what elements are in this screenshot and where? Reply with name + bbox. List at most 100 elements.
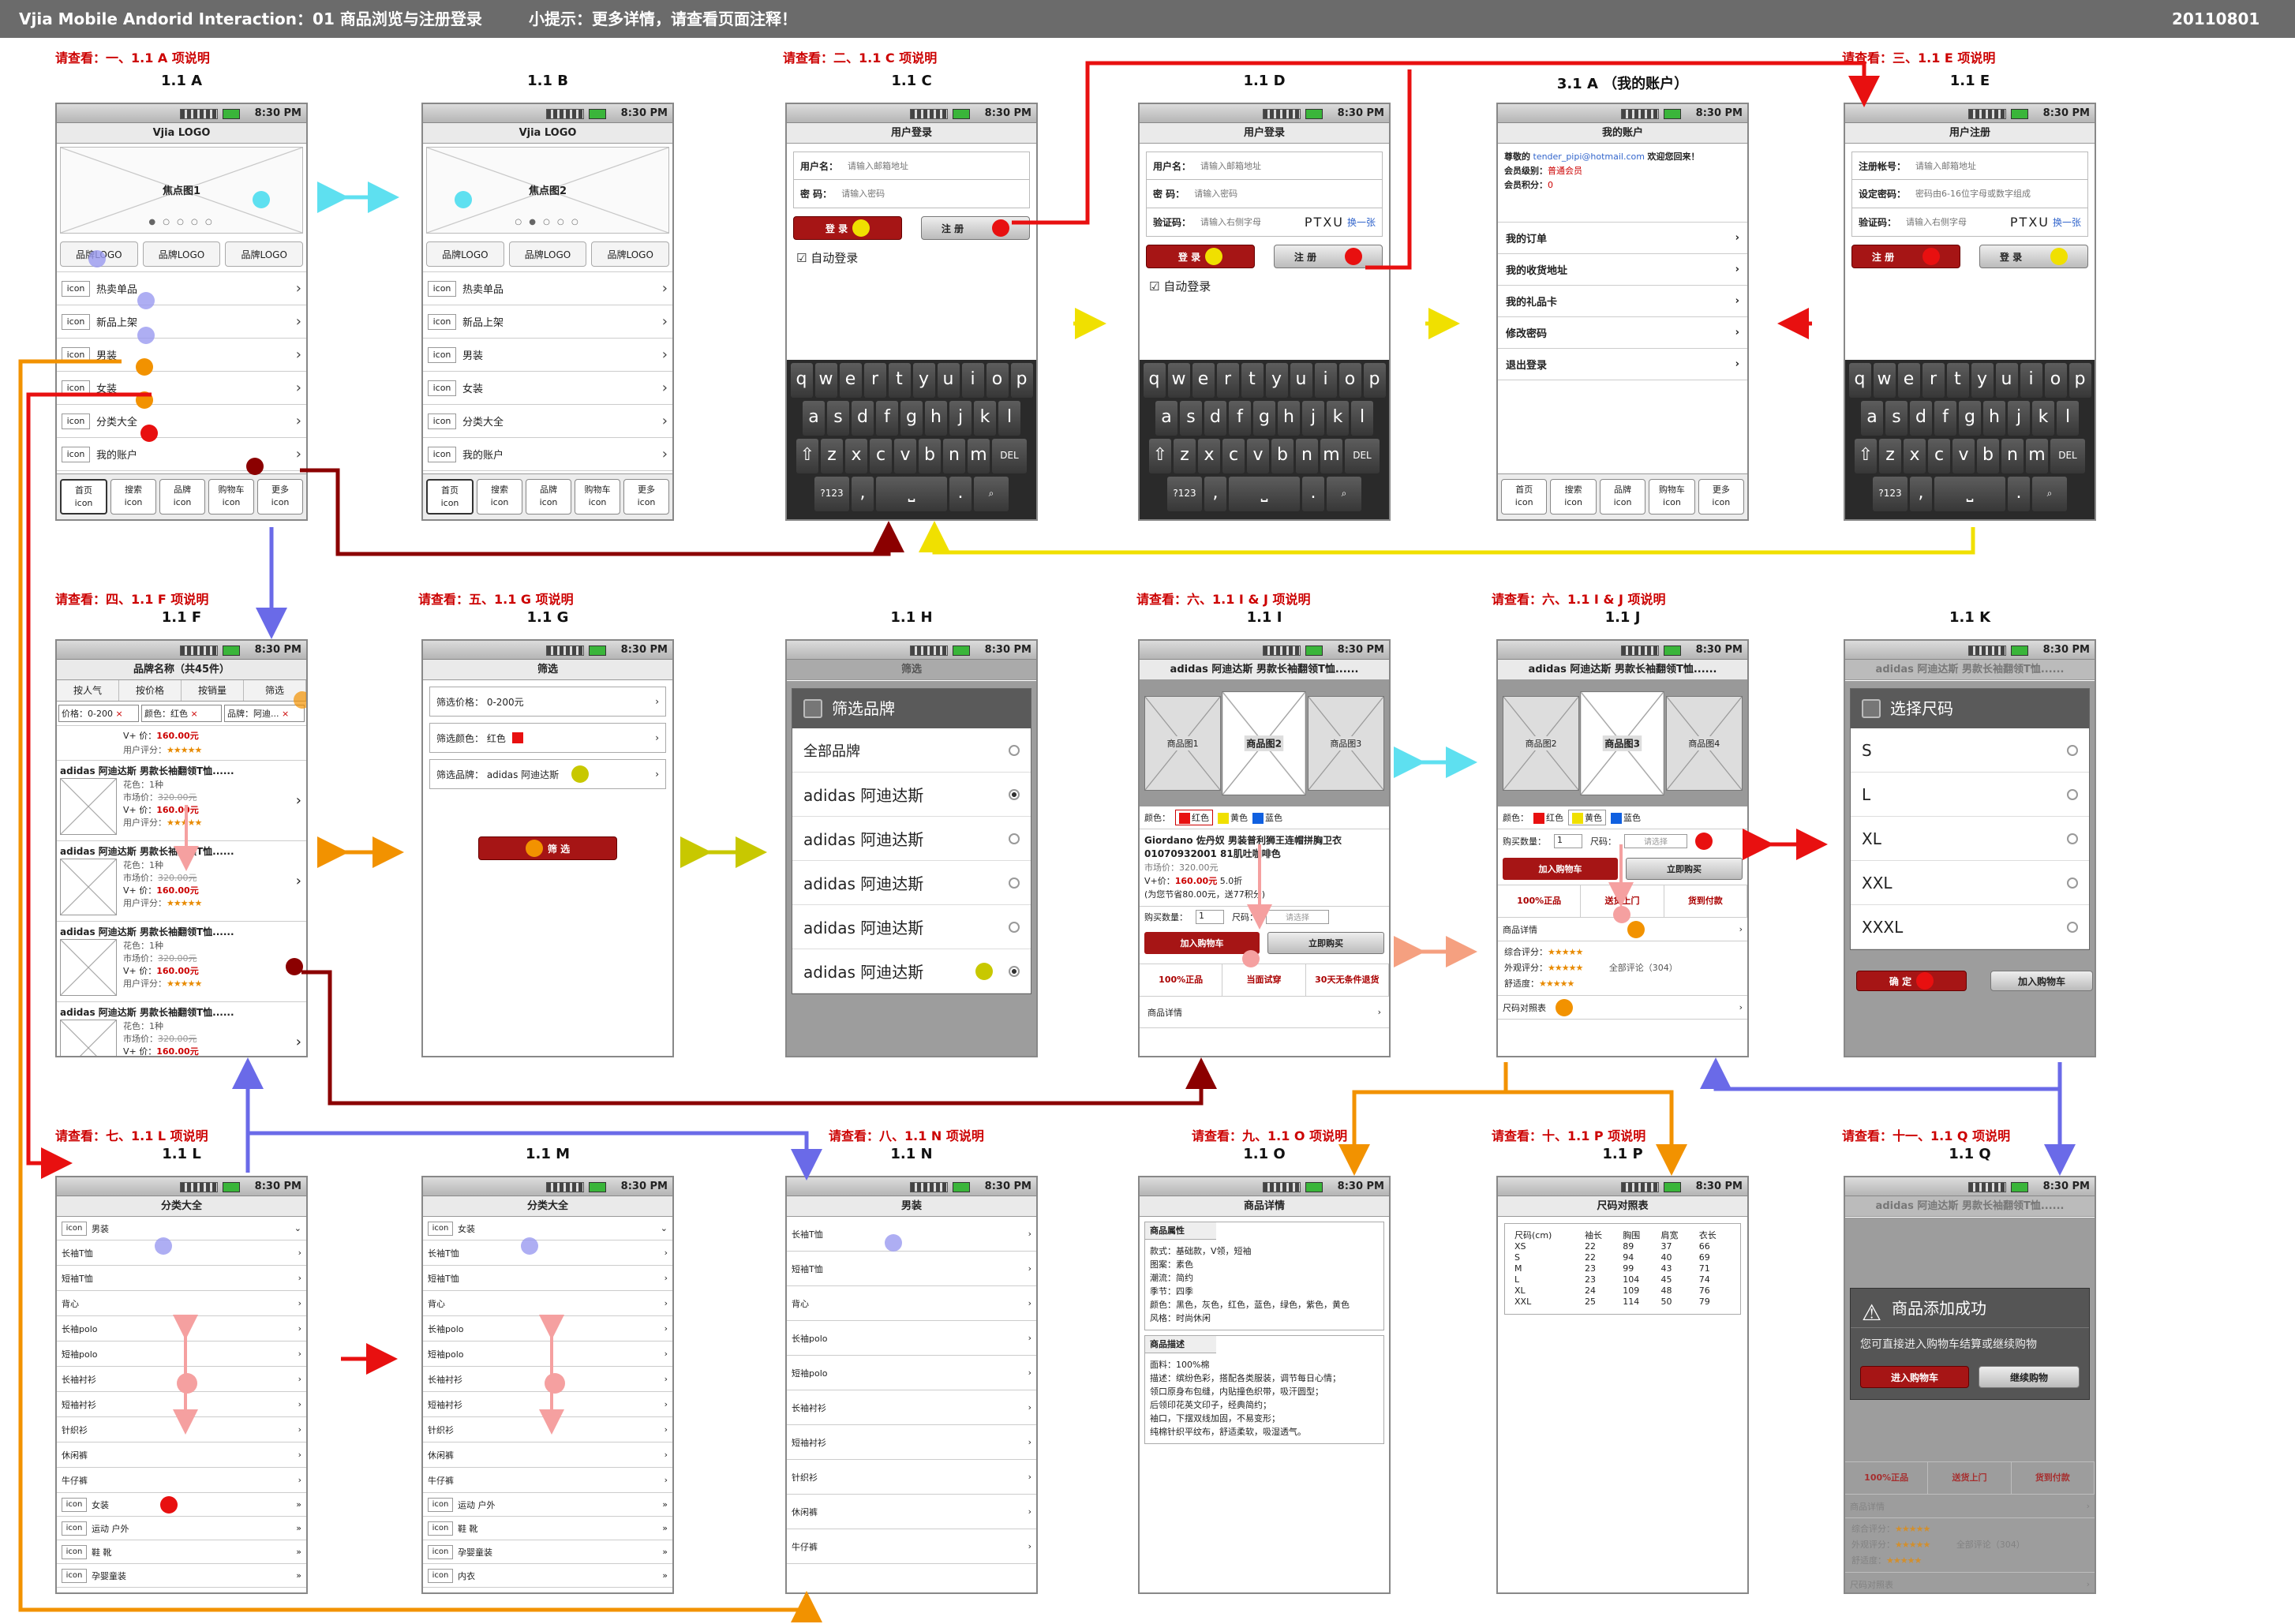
key-k[interactable]: k	[1327, 401, 1349, 436]
password-input[interactable]	[841, 189, 1023, 199]
key-g[interactable]: g	[900, 401, 923, 436]
tab-sales[interactable]: 按销量	[182, 680, 244, 701]
change-captcha-link[interactable]: 换一张	[1347, 215, 1376, 229]
key-i[interactable]: i	[1314, 363, 1337, 398]
brand-logo[interactable]: 品牌LOGO	[225, 241, 304, 267]
category-shoes[interactable]: icon 鞋 靴»	[57, 1540, 306, 1564]
menu-new[interactable]: icon 新品上架 ›	[57, 305, 306, 339]
auto-login-checkbox[interactable]: ☑ 自动登录	[787, 248, 1036, 268]
menu-men[interactable]: icon 男装 ›	[57, 339, 306, 372]
key-m[interactable]: m	[1320, 439, 1342, 473]
key-s[interactable]: s	[1885, 401, 1908, 436]
subcategory-item[interactable]: 短袖T恤 ›	[787, 1252, 1036, 1286]
subcategory-item[interactable]: 针织衫 ›	[423, 1417, 672, 1443]
filter-color-chip[interactable]: 颜色：红色 ×	[141, 705, 222, 722]
close-icon[interactable]: ×	[282, 709, 289, 719]
size-option[interactable]: XL	[1851, 817, 2089, 861]
delete-key[interactable]: DEL	[2050, 439, 2085, 473]
continue-shopping-button[interactable]: 继续购物	[1979, 1366, 2080, 1388]
key-a[interactable]: a	[803, 401, 825, 436]
key-g[interactable]: g	[1959, 401, 1981, 436]
size-chart-link[interactable]: 尺码对照表 ›	[1498, 996, 1747, 1020]
key-s[interactable]: s	[827, 401, 849, 436]
captcha-input[interactable]	[1200, 217, 1305, 227]
subcategory-item[interactable]: 长袖T恤 ›	[423, 1240, 672, 1266]
key-b[interactable]: b	[1271, 439, 1294, 473]
key-j[interactable]: j	[1302, 401, 1324, 436]
key-v[interactable]: v	[1247, 439, 1269, 473]
size-option[interactable]: S	[1851, 728, 2089, 773]
product-item[interactable]: adidas 阿迪达斯 男款长袖翻领T恤...... 花色：1种 市场价：320.0…	[57, 841, 306, 922]
key-f[interactable]: f	[1229, 401, 1251, 436]
key-d[interactable]: d	[852, 401, 874, 436]
subcategory-item[interactable]: 短袖衬衫 ›	[57, 1392, 306, 1417]
product-image[interactable]: 商品图2	[1503, 696, 1580, 791]
key-e[interactable]: e	[839, 363, 862, 398]
menu-password[interactable]: 修改密码 ›	[1498, 317, 1747, 349]
product-item[interactable]: adidas 阿迪达斯 男款长袖翻领T恤...... 花色：1种 市场价：320.0…	[57, 761, 306, 841]
category-kids[interactable]: icon 孕婴童装»	[423, 1540, 672, 1564]
key-h[interactable]: h	[1278, 401, 1300, 436]
radio-button[interactable]	[1009, 833, 1020, 844]
radio-button[interactable]	[1009, 877, 1020, 889]
key-w[interactable]: w	[814, 363, 837, 398]
key-w[interactable]: w	[1873, 363, 1896, 398]
key-o[interactable]: o	[986, 363, 1009, 398]
category-women[interactable]: icon 女装»	[57, 1493, 306, 1517]
search-icon[interactable]: ⌕	[974, 477, 1009, 511]
category-inner[interactable]: icon 内衣»	[423, 1564, 672, 1588]
menu-categories[interactable]: icon 分类大全 ›	[423, 405, 672, 438]
shift-key[interactable]: ⇧	[1855, 439, 1877, 473]
key-l[interactable]: l	[1351, 401, 1373, 436]
key-s[interactable]: s	[1180, 401, 1202, 436]
comma-key[interactable]: ,	[1204, 477, 1226, 511]
key-d[interactable]: d	[1910, 401, 1932, 436]
subcategory-item[interactable]: 休闲裤 ›	[423, 1443, 672, 1468]
focus-banner[interactable]: 焦点图2 ○ ● ○ ○ ○	[426, 147, 669, 234]
auto-login-checkbox[interactable]: ☑ 自动登录	[1140, 276, 1389, 296]
subcategory-item[interactable]: 牛仔裤 ›	[57, 1468, 306, 1493]
number-key[interactable]: ?123	[1873, 477, 1908, 511]
key-f[interactable]: f	[876, 401, 898, 436]
category-sport[interactable]: icon 运动 户外»	[423, 1493, 672, 1517]
key-t[interactable]: t	[888, 363, 911, 398]
size-option[interactable]: XXL	[1851, 861, 2089, 905]
brand-logo[interactable]: 品牌LOGO	[591, 241, 670, 267]
key-d[interactable]: d	[1204, 401, 1226, 436]
qty-input[interactable]: 1	[1554, 834, 1582, 848]
key-y[interactable]: y	[1971, 363, 1994, 398]
close-icon[interactable]: ×	[191, 709, 198, 719]
brand-option[interactable]: adidas 阿迪达斯	[792, 905, 1031, 949]
key-x[interactable]: x	[1904, 439, 1926, 473]
add-to-cart-button[interactable]: 加入购物车	[1990, 971, 2093, 991]
subcategory-item[interactable]: 长袖T恤 ›	[787, 1217, 1036, 1252]
product-gallery[interactable]: 商品图2 商品图3 商品图4	[1498, 680, 1747, 806]
subcategory-item[interactable]: 长袖衬衫 ›	[787, 1390, 1036, 1425]
key-r[interactable]: r	[1216, 363, 1239, 398]
buy-now-button[interactable]: 立即购买	[1626, 858, 1743, 880]
key-y[interactable]: y	[1265, 363, 1288, 398]
subcategory-item[interactable]: 牛仔裤 ›	[787, 1529, 1036, 1564]
key-r[interactable]: r	[1922, 363, 1945, 398]
key-u[interactable]: u	[1290, 363, 1312, 398]
filter-price-chip[interactable]: 价格：0-200 ×	[58, 705, 139, 722]
radio-button[interactable]	[2067, 833, 2078, 844]
subcategory-item[interactable]: 长袖polo ›	[57, 1316, 306, 1341]
tab-more[interactable]: 更多 icon	[623, 479, 669, 515]
category-women[interactable]: icon 女装 ⌄	[423, 1217, 672, 1240]
delete-key[interactable]: DEL	[1345, 439, 1380, 473]
color-yellow[interactable]: 黄色	[1568, 810, 1606, 825]
comma-key[interactable]: ,	[1910, 477, 1932, 511]
subcategory-item[interactable]: 长袖T恤 ›	[57, 1240, 306, 1266]
subcategory-item[interactable]: 休闲裤 ›	[787, 1495, 1036, 1529]
key-n[interactable]: n	[943, 439, 965, 473]
key-t[interactable]: t	[1946, 363, 1969, 398]
key-a[interactable]: a	[1861, 401, 1883, 436]
key-b[interactable]: b	[919, 439, 941, 473]
brand-logo[interactable]: 品牌LOGO	[426, 241, 504, 267]
period-key[interactable]: .	[2008, 477, 2030, 511]
product-image[interactable]: 商品图1	[1144, 696, 1222, 791]
filter-price-row[interactable]: 筛选价格： 0-200元 ›	[429, 687, 666, 717]
tab-brand[interactable]: 品牌 icon	[526, 479, 571, 515]
category-kids[interactable]: icon 孕婴童装»	[57, 1564, 306, 1588]
